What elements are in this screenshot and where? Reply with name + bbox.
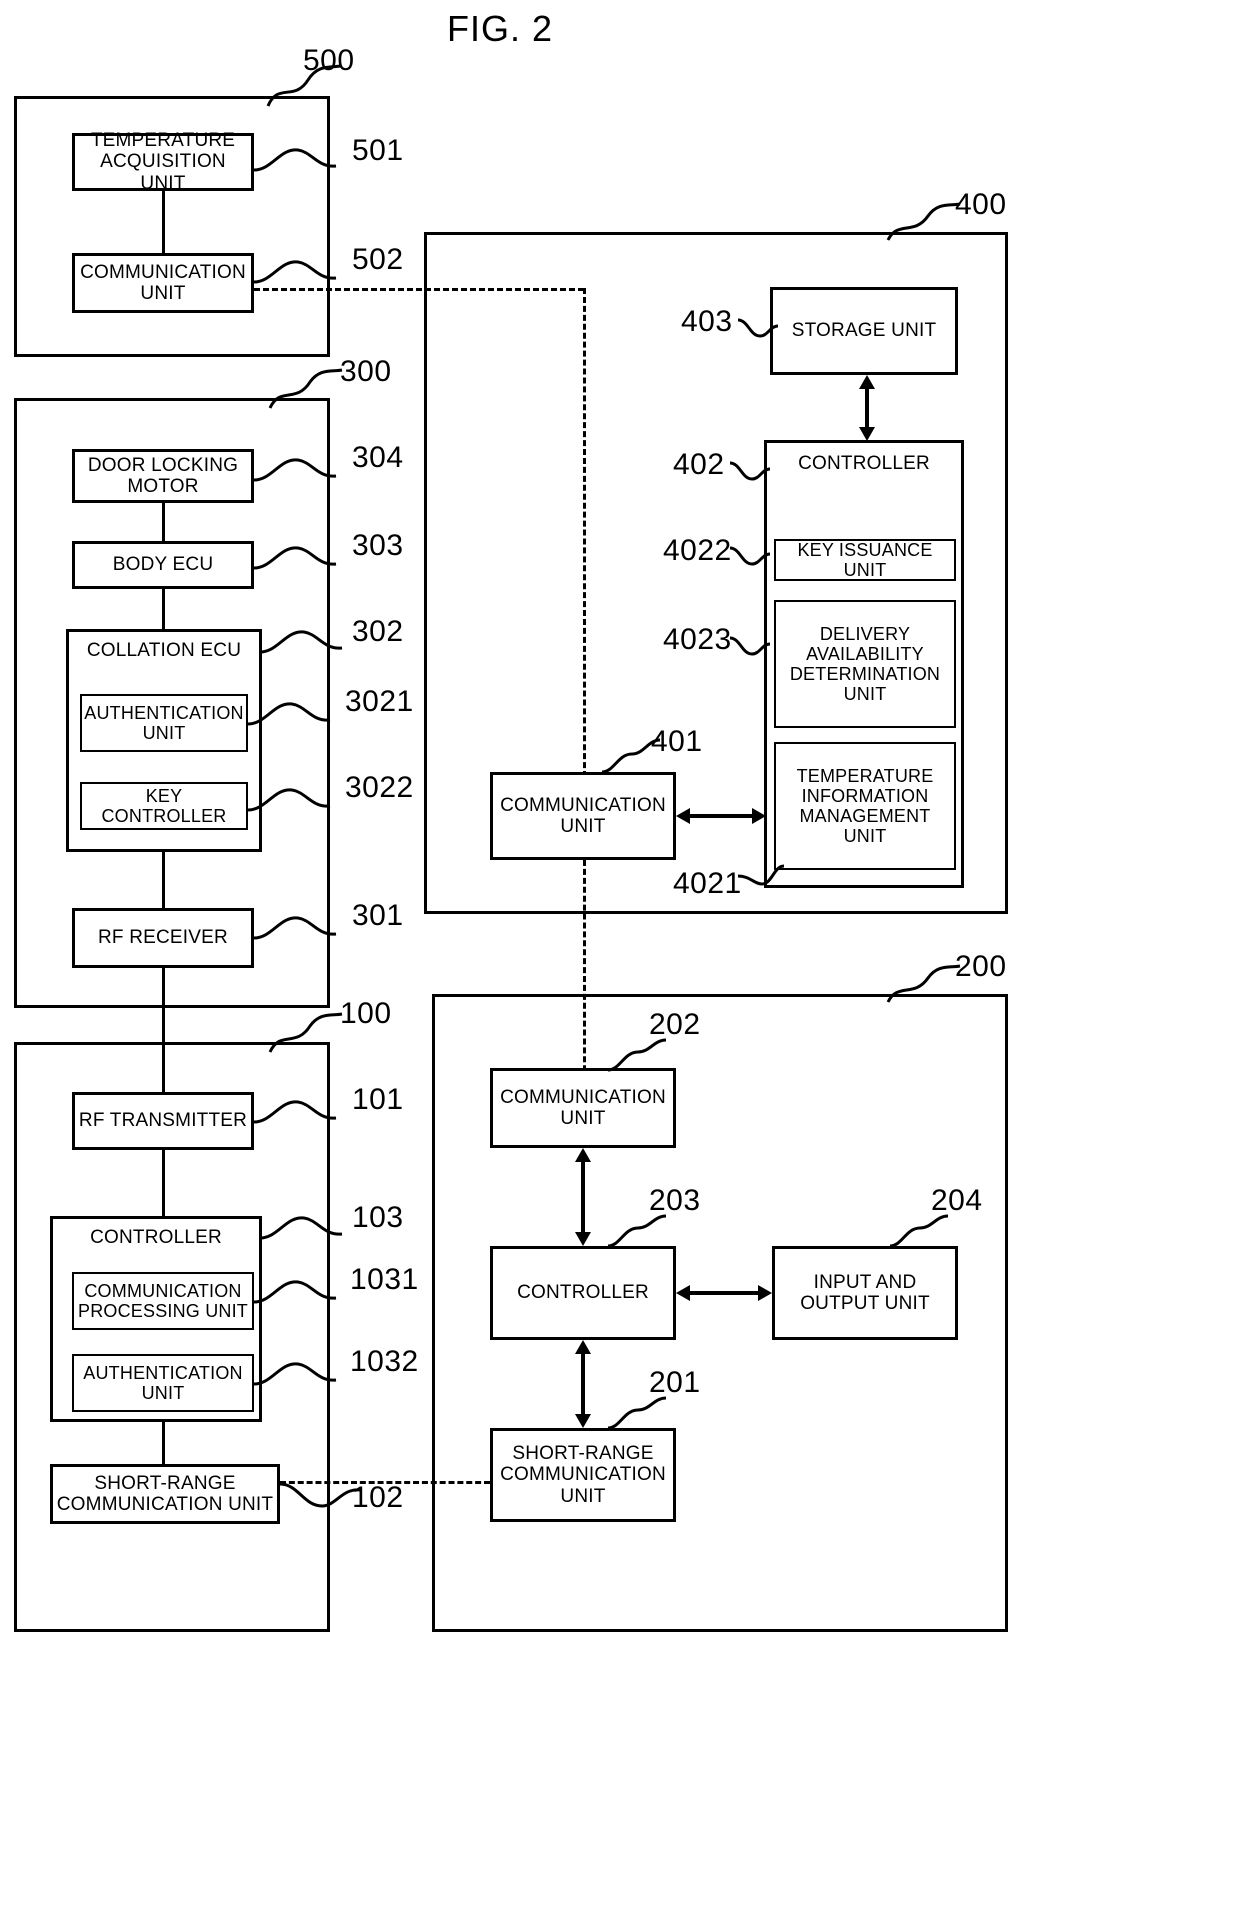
block-label: STORAGE UNIT [791,320,937,342]
lead-line-4022 [729,546,771,566]
arrow-202-203 [575,1148,591,1246]
ref-202: 202 [649,1008,701,1041]
ref-4021: 4021 [673,867,742,900]
block-label: RF RECEIVER [98,927,228,949]
lead-line-203 [607,1214,667,1248]
block-delivery-availability-determination-unit: DELIVERY AVAILABILITY DETERMINATION UNIT [774,600,956,728]
block-label: TEMPERATURE INFORMATION MANAGEMENT UNIT [796,765,934,847]
block-short-range-communication-unit-100: SHORT-RANGE COMMUNICATION UNIT [50,1464,280,1524]
block-authentication-unit-302: AUTHENTICATION UNIT [80,694,248,752]
ref-502: 502 [352,243,404,276]
ref-401: 401 [651,725,703,758]
block-door-locking-motor: DOOR LOCKING MOTOR [72,449,254,503]
ref-1031: 1031 [350,1263,419,1296]
block-communication-unit-200: COMMUNICATION UNIT [490,1068,676,1148]
block-temperature-acquisition-unit: TEMPERATURE ACQUISITION UNIT [72,130,254,194]
block-input-and-output-unit: INPUT AND OUTPUT UNIT [772,1246,958,1340]
link-303-302 [162,589,165,629]
lead-line-204 [889,1214,949,1248]
arrow-403-402 [859,375,875,441]
block-label: SHORT-RANGE COMMUNICATION UNIT [56,1472,274,1515]
block-label: COMMUNICATION UNIT [500,794,666,837]
lead-line-402 [729,461,771,481]
block-label: CONTROLLER [517,1282,649,1304]
block-temperature-information-management-unit: TEMPERATURE INFORMATION MANAGEMENT UNIT [774,742,956,870]
ref-3022: 3022 [345,771,414,804]
ref-500: 500 [303,44,355,77]
ref-4023: 4023 [663,623,732,656]
ref-3021: 3021 [345,685,414,718]
ref-102: 102 [352,1481,404,1514]
lead-line-201 [607,1396,667,1430]
ref-303: 303 [352,529,404,562]
ref-201: 201 [649,1366,701,1399]
block-label: DOOR LOCKING MOTOR [87,454,239,497]
ref-302: 302 [352,615,404,648]
ref-501: 501 [352,134,404,167]
block-rf-receiver: RF RECEIVER [72,908,254,968]
ref-101: 101 [352,1083,404,1116]
figure-title: FIG. 2 [446,8,554,49]
block-short-range-communication-unit-200: SHORT-RANGE COMMUNICATION UNIT [490,1428,676,1522]
block-label: CONTROLLER [798,453,930,474]
block-label: AUTHENTICATION UNIT [83,1362,243,1403]
block-controller-200: CONTROLLER [490,1246,676,1340]
link-304-303 [162,503,165,541]
ref-402: 402 [673,448,725,481]
ref-304: 304 [352,441,404,474]
block-rf-transmitter: RF TRANSMITTER [72,1092,254,1150]
block-label: BODY ECU [112,554,214,576]
link-501-502 [162,191,165,253]
ref-203: 203 [649,1184,701,1217]
block-label: KEY CONTROLLER [101,785,227,826]
ref-1032: 1032 [350,1345,419,1378]
block-label: TEMPERATURE ACQUISITION UNIT [90,130,236,194]
block-label: KEY ISSUANCE UNIT [797,539,933,580]
block-label: COMMUNICATION UNIT [500,1086,666,1129]
link-101-103 [162,1150,165,1216]
block-body-ecu: BODY ECU [72,541,254,589]
figure-canvas: FIG. 2 500 TEMPERATURE ACQUISITION UNIT … [0,0,1240,1930]
block-storage-unit: STORAGE UNIT [770,287,958,375]
block-key-issuance-unit: KEY ISSUANCE UNIT [774,539,956,581]
ref-103: 103 [352,1201,404,1234]
link-103-102 [162,1422,165,1464]
block-authentication-unit-103: AUTHENTICATION UNIT [72,1354,254,1412]
lead-line-202 [607,1038,667,1072]
block-sensor-communication-unit: COMMUNICATION UNIT [72,253,254,313]
block-communication-unit-400: COMMUNICATION UNIT [490,772,676,860]
ref-4022: 4022 [663,534,732,567]
arrow-203-201 [575,1340,591,1428]
lead-line-403 [737,318,779,338]
block-label: COMMUNICATION UNIT [80,261,246,304]
block-label: COMMUNICATION PROCESSING UNIT [77,1280,249,1321]
ref-300: 300 [340,355,392,388]
ref-403: 403 [681,305,733,338]
block-label: SHORT-RANGE COMMUNICATION UNIT [500,1443,666,1507]
block-label: CONTROLLER [90,1227,222,1248]
block-label: DELIVERY AVAILABILITY DETERMINATION UNIT [789,623,941,705]
arrow-203-204 [676,1285,772,1301]
block-label: COLLATION ECU [86,640,242,661]
ref-301: 301 [352,899,404,932]
ref-400: 400 [955,188,1007,221]
block-label: AUTHENTICATION UNIT [84,702,244,743]
link-302-301 [162,852,165,908]
block-communication-processing-unit: COMMUNICATION PROCESSING UNIT [72,1272,254,1330]
lead-line-4023 [729,636,771,656]
block-key-controller: KEY CONTROLLER [80,782,248,830]
arrow-401-402 [676,808,766,824]
lead-line-4021 [737,864,785,886]
block-label: INPUT AND OUTPUT UNIT [800,1271,930,1314]
ref-204: 204 [931,1184,983,1217]
block-label: RF TRANSMITTER [78,1110,248,1132]
ref-100: 100 [340,997,392,1030]
ref-200: 200 [955,950,1007,983]
